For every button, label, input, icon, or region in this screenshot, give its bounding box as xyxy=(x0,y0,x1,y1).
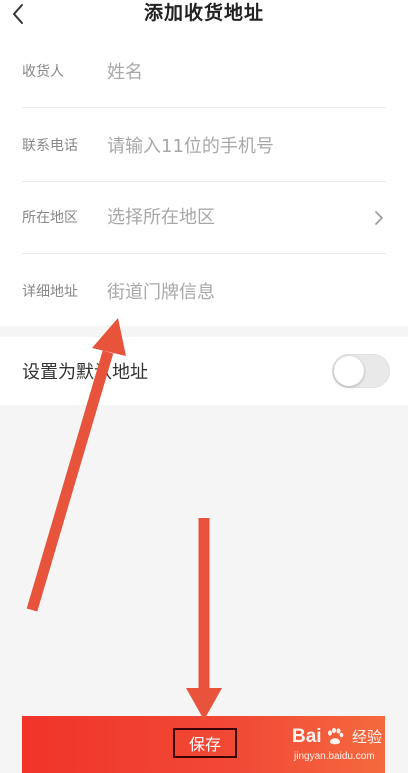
row-divider xyxy=(22,107,386,108)
paw-icon xyxy=(328,727,344,745)
name-input[interactable] xyxy=(107,57,357,87)
default-address-row: 设置为默认地址 xyxy=(0,337,408,405)
page-title: 添加收货地址 xyxy=(143,2,264,24)
form-row-phone: 联系电话 xyxy=(0,110,408,182)
watermark: Bai 经验 jingyan.baidu.com xyxy=(292,725,392,769)
form-row-address: 详细地址 xyxy=(0,256,408,328)
header-bar: 添加收货地址 xyxy=(0,0,408,36)
phone-input[interactable] xyxy=(107,131,357,161)
row-divider xyxy=(22,253,386,254)
watermark-cn: 经验 xyxy=(352,728,383,746)
default-address-label: 设置为默认地址 xyxy=(22,362,148,383)
annotation-arrow-down xyxy=(186,518,222,720)
name-label: 收货人 xyxy=(22,64,64,80)
phone-label: 联系电话 xyxy=(22,138,78,154)
chevron-right-icon[interactable] xyxy=(374,211,384,225)
address-input[interactable] xyxy=(107,277,357,307)
page: 添加收货地址 收货人 联系电话 所在地区 选择所在地区 详细地址 设置为默认地址 xyxy=(0,0,408,773)
watermark-url: jingyan.baidu.com xyxy=(294,751,375,762)
form-row-region[interactable]: 所在地区 选择所在地区 xyxy=(0,182,408,254)
toggle-knob xyxy=(334,356,364,386)
form-row-name: 收货人 xyxy=(0,36,408,108)
address-label: 详细地址 xyxy=(22,284,78,300)
region-selector[interactable]: 选择所在地区 xyxy=(107,182,215,254)
default-address-toggle[interactable] xyxy=(332,354,390,388)
address-form: 收货人 联系电话 所在地区 选择所在地区 详细地址 xyxy=(0,36,408,326)
save-button[interactable]: 保存 xyxy=(173,728,237,758)
watermark-brand: Bai xyxy=(292,726,322,747)
region-label: 所在地区 xyxy=(22,210,78,226)
